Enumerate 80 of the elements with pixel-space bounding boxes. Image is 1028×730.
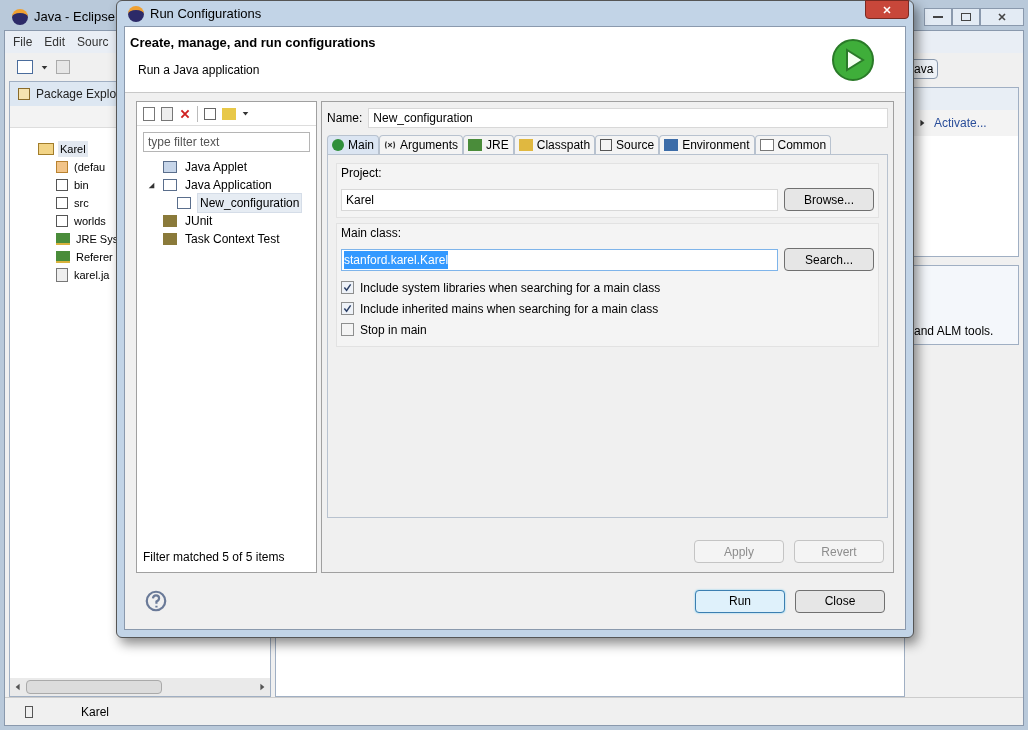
tree-item[interactable]: bin — [74, 176, 89, 194]
search-button[interactable]: Search... — [784, 248, 874, 271]
duplicate-icon[interactable] — [161, 106, 173, 121]
project-folder-icon — [38, 143, 54, 155]
tab[interactable]: Common — [754, 135, 832, 154]
group-label: Project: — [341, 165, 383, 182]
caret-icon[interactable] — [242, 110, 249, 117]
run-icon — [831, 38, 875, 82]
name-field[interactable]: New_configuration — [368, 108, 888, 128]
eclipse-logo-icon — [12, 9, 28, 25]
tab[interactable]: Main — [327, 135, 379, 154]
checkbox[interactable] — [341, 323, 354, 336]
package-explorer-icon — [18, 88, 30, 100]
tree-item[interactable]: Karel — [58, 140, 88, 158]
tree-item[interactable]: karel.ja — [74, 266, 110, 284]
dialog-button[interactable]: Run — [695, 589, 785, 613]
application-icon — [177, 197, 191, 209]
help-icon[interactable] — [145, 590, 167, 612]
eclipse-logo-icon — [128, 5, 144, 22]
expand-arrow-icon[interactable] — [147, 181, 155, 189]
tree-item[interactable]: (defau — [74, 158, 106, 176]
dialog-subheading: Run a Java application — [137, 61, 261, 79]
variable-icon[interactable] — [384, 139, 396, 151]
config-type-item[interactable]: JUnit — [183, 212, 215, 230]
tab[interactable]: Environment — [659, 135, 755, 154]
group-label: Main class: — [341, 225, 403, 242]
activate-link[interactable]: Activate... — [934, 114, 987, 132]
tab[interactable]: Arguments — [379, 135, 464, 154]
dialog-title: Run Configurations — [150, 4, 262, 23]
dialog-button[interactable]: Close — [795, 589, 885, 613]
package-icon — [56, 161, 68, 173]
config-type-item[interactable]: Java Applet — [183, 158, 250, 176]
delete-icon[interactable] — [179, 107, 191, 120]
scrollbar-thumb[interactable] — [26, 680, 162, 694]
close-icon[interactable] — [997, 12, 1007, 22]
table-icon — [759, 139, 774, 151]
new-config-icon[interactable] — [143, 106, 155, 121]
window-title: Java - Eclipse — [34, 8, 115, 27]
close-button[interactable] — [865, 0, 909, 19]
project-field[interactable]: Karel — [341, 188, 778, 211]
grid-icon — [56, 197, 68, 209]
tree-item[interactable]: src — [74, 194, 89, 212]
name-label: Name: — [327, 110, 363, 127]
tab[interactable]: Classpath — [513, 135, 596, 154]
tree-item[interactable]: Referer — [76, 248, 113, 266]
run-icon — [332, 139, 344, 151]
status-text: Karel — [81, 703, 109, 721]
scroll-left-icon[interactable] — [14, 683, 22, 691]
scroll-right-icon[interactable] — [258, 683, 266, 691]
checkbox-label: Include system libraries when searching for a main class — [360, 279, 661, 297]
new-file-icon[interactable] — [17, 60, 33, 74]
caret-icon[interactable] — [41, 63, 48, 71]
browse-button[interactable]: Browse... — [784, 188, 874, 211]
filter-field[interactable]: type filter text — [143, 132, 310, 152]
checkbox[interactable] — [341, 302, 354, 315]
expand-arrow-icon[interactable] — [918, 119, 926, 127]
checkbox-label: Include inherited mains when searching for a main class — [360, 300, 659, 318]
tree-item[interactable]: worlds — [74, 212, 106, 230]
applet-icon — [163, 161, 177, 173]
grid-icon — [56, 215, 68, 227]
tab[interactable]: Source — [595, 135, 660, 154]
jar-icon — [56, 268, 68, 282]
config-type-item[interactable]: Java Application — [183, 176, 274, 194]
maximize-icon[interactable] — [952, 8, 980, 26]
checkbox-label: Stop in main — [360, 321, 427, 339]
config-type-item[interactable]: Task Context Test — [183, 230, 282, 248]
filter-status: Filter matched 5 of 5 items — [142, 549, 286, 566]
status-icon — [25, 705, 33, 718]
dialog-heading: Create, manage, and run configurations — [130, 34, 376, 52]
tab[interactable]: JRE — [463, 135, 514, 154]
info-text: and ALM tools. — [914, 323, 995, 340]
config-item[interactable]: New_configuration — [197, 193, 303, 213]
checkbox[interactable] — [341, 281, 354, 294]
minimize-icon[interactable] — [924, 8, 952, 26]
menu-item[interactable]: Sourc — [77, 33, 109, 51]
grid-icon — [56, 179, 68, 191]
menu-item[interactable]: Edit — [44, 33, 66, 51]
application-icon — [163, 179, 177, 191]
menu-item[interactable]: File — [13, 33, 33, 51]
collapse-icon[interactable] — [204, 107, 216, 120]
